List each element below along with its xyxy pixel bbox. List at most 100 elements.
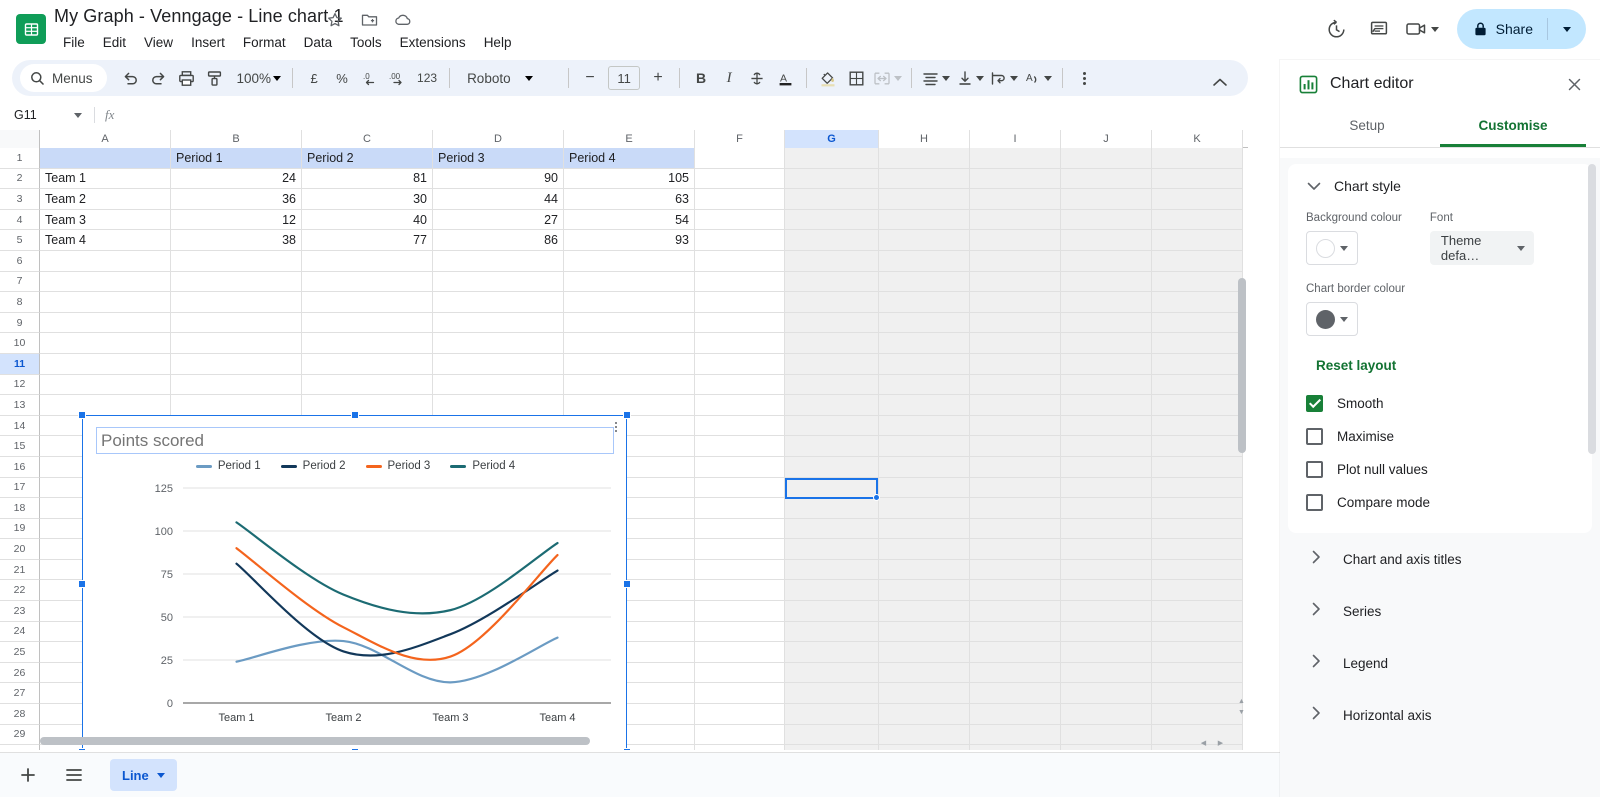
move-to-folder-icon[interactable] xyxy=(359,10,379,30)
grid-cell[interactable]: 77 xyxy=(302,230,433,251)
row-header-3[interactable]: 3 xyxy=(0,189,40,210)
scroll-right-icon[interactable]: ▶ xyxy=(1215,737,1226,748)
grid-cell[interactable] xyxy=(1061,271,1152,293)
grid-cell[interactable] xyxy=(302,271,433,293)
grid-cell[interactable] xyxy=(785,312,879,334)
grid-cell[interactable]: Period 4 xyxy=(564,148,695,169)
column-header-g[interactable]: G xyxy=(785,130,879,148)
grid-cell[interactable] xyxy=(970,209,1061,231)
row-header-8[interactable]: 8 xyxy=(0,292,40,313)
grid-cell[interactable] xyxy=(785,662,879,684)
grid-cell[interactable] xyxy=(1152,271,1243,293)
grid-cell[interactable] xyxy=(564,353,695,375)
grid-cell[interactable] xyxy=(1152,477,1243,499)
resize-handle-top-right[interactable] xyxy=(623,411,631,419)
grid-cell[interactable] xyxy=(433,374,564,396)
grid-cell[interactable] xyxy=(564,374,695,396)
section-horizontal-axis[interactable]: Horizontal axis xyxy=(1280,689,1600,741)
section-legend[interactable]: Legend xyxy=(1280,637,1600,689)
grid-cell[interactable] xyxy=(1152,230,1243,251)
chart-object[interactable]: Points scored Period 1 Period 2 Period 3 Pe… xyxy=(78,411,631,750)
scroll-up-icon[interactable]: ▲ xyxy=(1236,696,1247,707)
grid-cell[interactable] xyxy=(879,621,970,643)
grid-cell[interactable] xyxy=(1152,415,1243,437)
grid-cell[interactable] xyxy=(40,292,171,313)
redo-icon[interactable] xyxy=(145,64,173,92)
horizontal-scrollbar[interactable] xyxy=(40,735,1205,747)
menu-format[interactable]: Format xyxy=(234,32,295,53)
grid-cell[interactable] xyxy=(879,250,970,272)
grid-cell[interactable] xyxy=(695,559,785,581)
grid-cell[interactable] xyxy=(879,415,970,437)
legend-item[interactable]: Period 3 xyxy=(365,460,430,472)
increase-decimal-button[interactable]: .00 xyxy=(384,64,412,92)
grid-cell[interactable]: 63 xyxy=(564,189,695,210)
grid-cell[interactable] xyxy=(785,333,879,354)
grid-cell[interactable] xyxy=(302,333,433,354)
font-size-decrease-button[interactable]: − xyxy=(576,64,604,92)
grid-cell[interactable] xyxy=(970,312,1061,334)
all-sheets-icon[interactable] xyxy=(56,757,92,793)
grid-cell[interactable] xyxy=(695,539,785,560)
grid-cell[interactable] xyxy=(1152,292,1243,313)
grid-cell[interactable] xyxy=(785,539,879,560)
grid-cell[interactable] xyxy=(970,621,1061,643)
grid-cell[interactable] xyxy=(1152,436,1243,457)
row-header-15[interactable]: 15 xyxy=(0,436,40,457)
row-header-2[interactable]: 2 xyxy=(0,168,40,190)
checkbox[interactable] xyxy=(1306,461,1323,478)
grid-cell[interactable] xyxy=(785,168,879,190)
meet-camera-button[interactable] xyxy=(1403,11,1445,47)
grid-cell[interactable] xyxy=(970,374,1061,396)
grid-cell[interactable] xyxy=(695,168,785,190)
grid-cell[interactable] xyxy=(970,395,1061,416)
grid-cell[interactable] xyxy=(1152,250,1243,272)
borders-icon[interactable] xyxy=(842,64,870,92)
menu-extensions[interactable]: Extensions xyxy=(391,32,475,53)
grid-cell[interactable] xyxy=(171,353,302,375)
grid-cell[interactable] xyxy=(1061,621,1152,643)
grid-cell[interactable]: Team 2 xyxy=(40,189,171,210)
star-icon[interactable] xyxy=(325,10,345,30)
grid-cell[interactable] xyxy=(1152,168,1243,190)
close-icon[interactable] xyxy=(1560,70,1588,98)
editor-scrollbar[interactable] xyxy=(1588,164,1596,724)
checkbox-row-maximise[interactable]: Maximise xyxy=(1306,428,1574,445)
paint-format-icon[interactable] xyxy=(201,64,229,92)
grid-cell[interactable] xyxy=(564,312,695,334)
grid-cell[interactable] xyxy=(1152,189,1243,210)
tab-customise[interactable]: Customise xyxy=(1440,108,1586,147)
grid-cell[interactable] xyxy=(695,374,785,396)
column-header-i[interactable]: I xyxy=(970,130,1061,148)
grid-cell[interactable] xyxy=(1061,250,1152,272)
row-header-17[interactable]: 17 xyxy=(0,477,40,499)
grid-cell[interactable] xyxy=(695,148,785,169)
grid-cell[interactable] xyxy=(1061,683,1152,705)
grid-cell[interactable]: 40 xyxy=(302,209,433,231)
grid-cell[interactable] xyxy=(695,621,785,643)
row-header-18[interactable]: 18 xyxy=(0,498,40,519)
grid-cell[interactable] xyxy=(785,642,879,663)
grid-cell[interactable] xyxy=(695,477,785,499)
grid-cell[interactable] xyxy=(879,230,970,251)
grid-cell[interactable] xyxy=(40,333,171,354)
grid-cell[interactable] xyxy=(1061,580,1152,602)
version-history-icon[interactable] xyxy=(1319,11,1355,47)
grid-cell[interactable] xyxy=(171,292,302,313)
menu-tools[interactable]: Tools xyxy=(341,32,391,53)
resize-handle-bottom-middle[interactable] xyxy=(351,748,359,750)
grid-cell[interactable] xyxy=(785,518,879,540)
chart-overflow-menu-icon[interactable] xyxy=(610,422,622,432)
grid-cell[interactable] xyxy=(1061,415,1152,437)
grid-cell[interactable] xyxy=(171,271,302,293)
grid-cell[interactable] xyxy=(785,559,879,581)
grid-cell[interactable] xyxy=(695,704,785,725)
grid-cell[interactable] xyxy=(1152,395,1243,416)
grid-cell[interactable] xyxy=(970,642,1061,663)
grid-cell[interactable] xyxy=(970,333,1061,354)
grid-cell[interactable] xyxy=(433,271,564,293)
grid-cell[interactable] xyxy=(40,374,171,396)
add-sheet-icon[interactable] xyxy=(10,757,46,793)
grid-cell[interactable] xyxy=(879,395,970,416)
grid-cell[interactable]: 24 xyxy=(171,168,302,190)
